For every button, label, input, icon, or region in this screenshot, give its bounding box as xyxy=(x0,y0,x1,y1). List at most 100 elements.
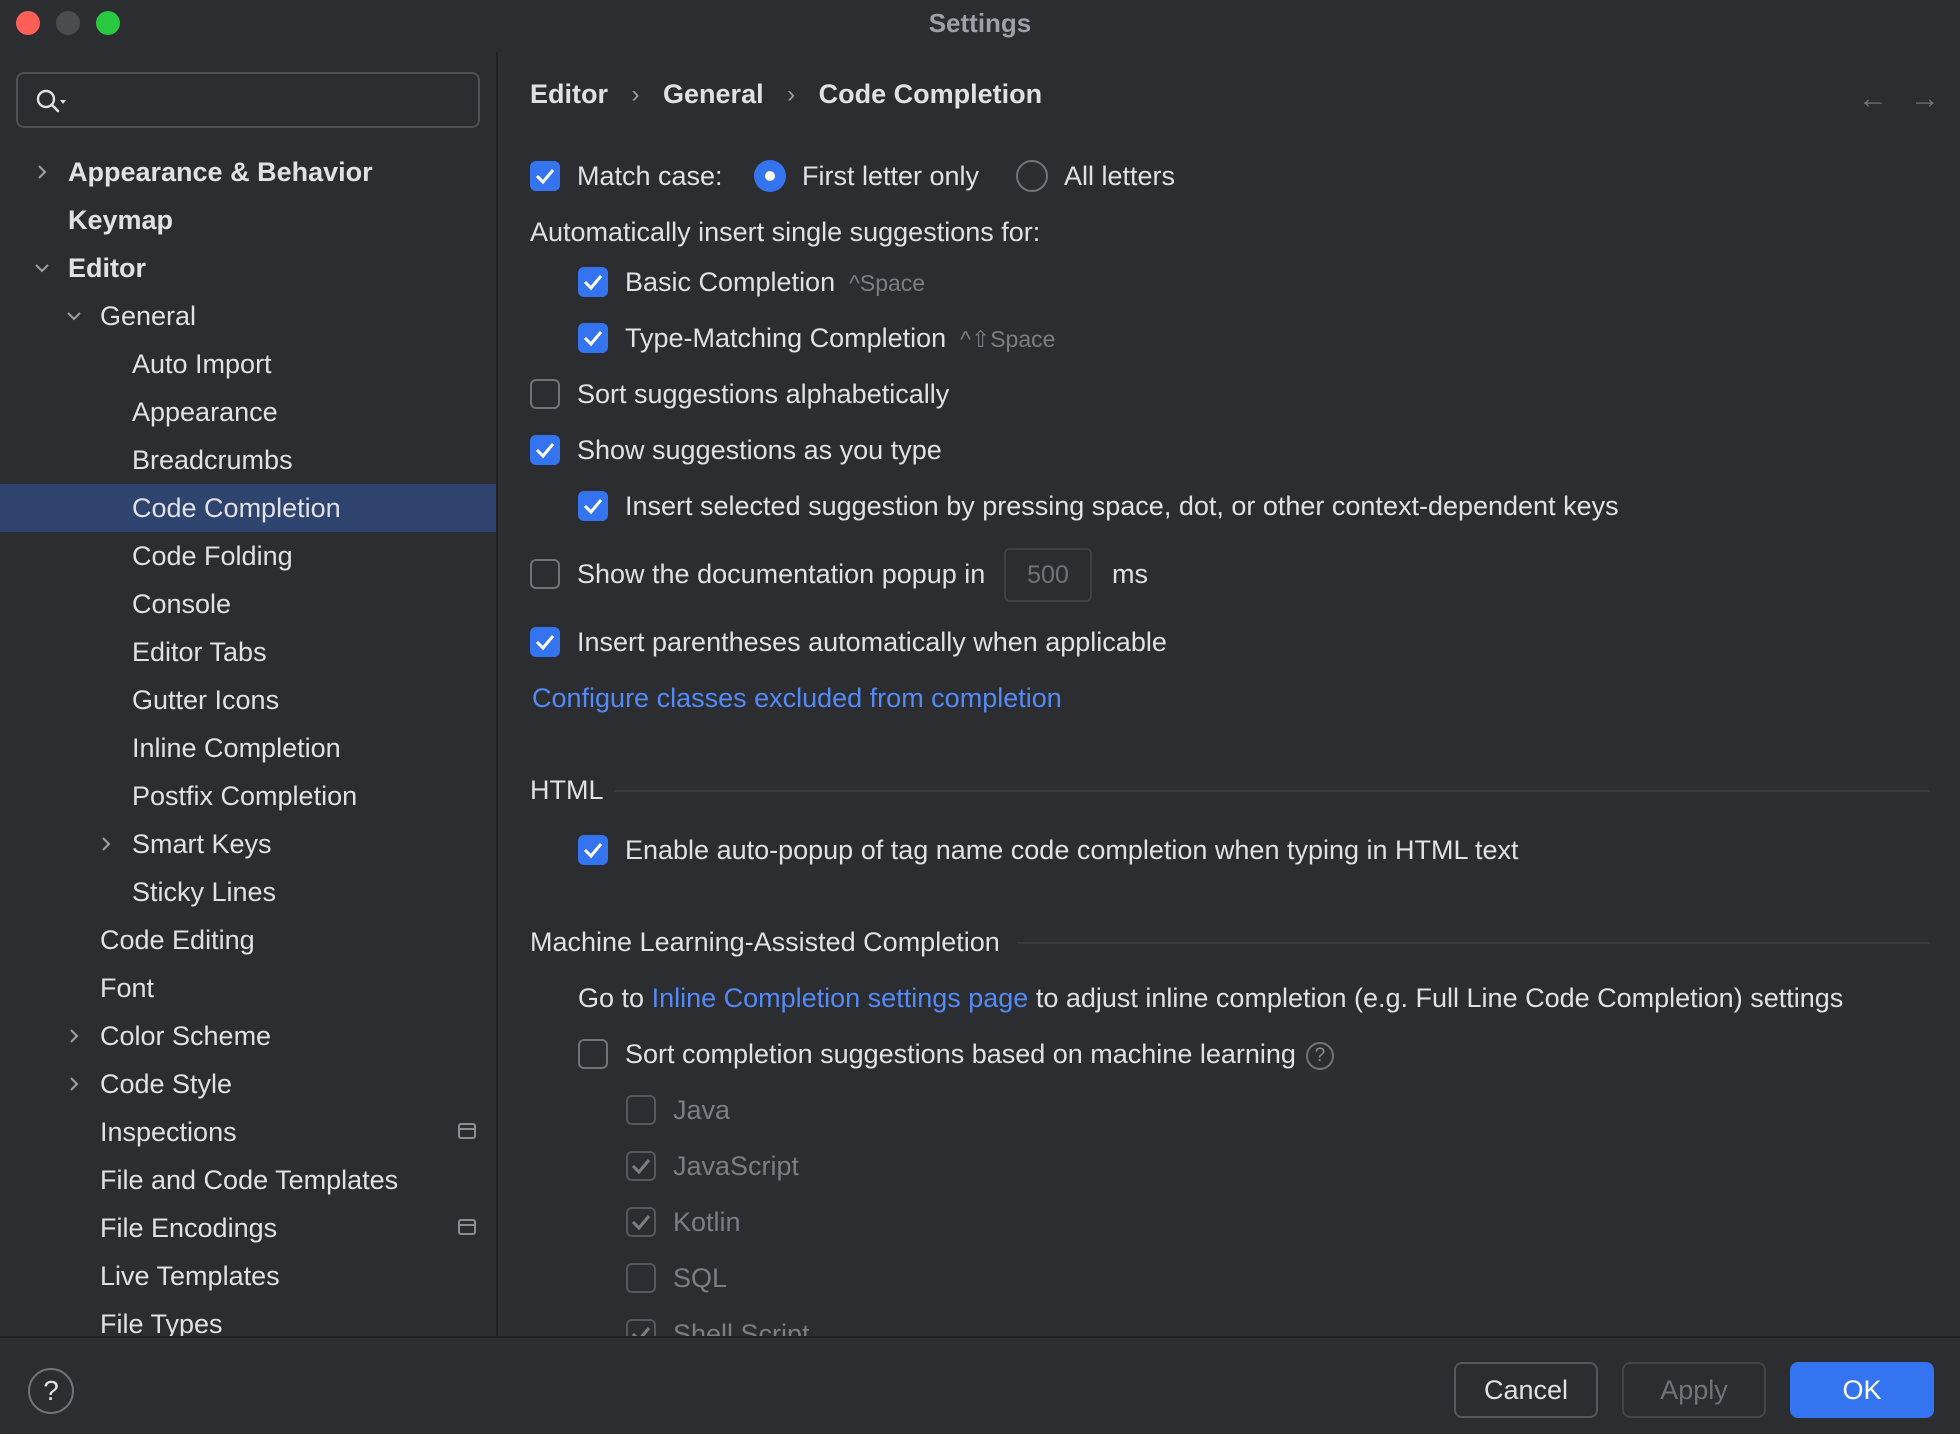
project-settings-icon xyxy=(458,1123,476,1139)
doc-popup-checkbox[interactable] xyxy=(530,559,560,589)
breadcrumb: Editor › General › Code Completion xyxy=(530,78,1042,110)
sidebar-item-label: Auto Import xyxy=(132,349,272,379)
sidebar-item-file-encodings[interactable]: File Encodings xyxy=(0,1204,496,1252)
chevron-right-icon[interactable] xyxy=(64,1026,84,1046)
sidebar-item-smart-keys[interactable]: Smart Keys xyxy=(0,820,496,868)
window-title: Settings xyxy=(928,8,1032,38)
sidebar-item-color-scheme[interactable]: Color Scheme xyxy=(0,1012,496,1060)
checkmark-icon xyxy=(535,635,555,651)
type-matching-row: Type-Matching Completion ^⇧Space xyxy=(578,318,1278,358)
sidebar-item-console[interactable]: Console xyxy=(0,580,496,628)
sort-alpha-label: Sort suggestions alphabetically xyxy=(577,379,950,409)
sidebar-item-file-code-templates[interactable]: File and Code Templates xyxy=(0,1156,496,1204)
ml-lang-shell-clip: Shell Script xyxy=(626,1314,1026,1336)
sidebar-item-postfix-completion[interactable]: Postfix Completion xyxy=(0,772,496,820)
dialog-footer: ? Cancel Apply OK xyxy=(0,1336,1960,1434)
breadcrumb-separator: › xyxy=(787,80,796,108)
html-auto-popup-label: Enable auto-popup of tag name code compl… xyxy=(625,835,1519,865)
ml-java-checkbox[interactable] xyxy=(626,1095,656,1125)
ml-goto-row: Go to Inline Completion settings page to… xyxy=(578,978,1918,1018)
back-arrow-icon[interactable]: ← xyxy=(1858,82,1888,116)
match-case-checkbox[interactable] xyxy=(530,161,560,191)
all-letters-radio[interactable] xyxy=(1016,160,1048,192)
basic-completion-row: Basic Completion ^Space xyxy=(578,262,1278,302)
sidebar-item-code-style[interactable]: Code Style xyxy=(0,1060,496,1108)
sidebar-item-label: Inline Completion xyxy=(132,733,341,763)
basic-completion-checkbox[interactable] xyxy=(578,267,608,297)
show-as-type-checkbox[interactable] xyxy=(530,435,560,465)
ml-java-label: Java xyxy=(673,1095,731,1125)
sidebar-item-editor-tabs[interactable]: Editor Tabs xyxy=(0,628,496,676)
forward-arrow-icon[interactable]: → xyxy=(1910,82,1940,116)
ml-goto-suffix: to adjust inline completion (e.g. Full L… xyxy=(1035,983,1844,1013)
breadcrumb-general[interactable]: General xyxy=(663,79,764,110)
ml-kotlin-checkbox[interactable] xyxy=(626,1207,656,1237)
help-button[interactable]: ? xyxy=(28,1368,74,1414)
sidebar-item-editor[interactable]: Editor xyxy=(0,244,496,292)
ml-lang-java-row: Java xyxy=(626,1090,1026,1130)
ml-shell-label: Shell Script xyxy=(673,1319,810,1336)
chevron-right-icon[interactable] xyxy=(96,834,116,854)
sidebar-item-appearance[interactable]: Appearance xyxy=(0,388,496,436)
html-auto-popup-checkbox[interactable] xyxy=(578,835,608,865)
sidebar-item-live-templates[interactable]: Live Templates xyxy=(0,1252,496,1300)
ml-javascript-checkbox[interactable] xyxy=(626,1151,656,1181)
chevron-right-icon[interactable] xyxy=(64,1074,84,1094)
sort-ml-checkbox[interactable] xyxy=(578,1039,608,1069)
chevron-down-icon[interactable] xyxy=(32,258,52,278)
ml-section-divider xyxy=(1018,942,1930,944)
sidebar-item-label: Sticky Lines xyxy=(132,877,277,907)
sort-alpha-checkbox[interactable] xyxy=(530,379,560,409)
breadcrumb-editor[interactable]: Editor xyxy=(530,79,608,110)
configure-excluded-link[interactable]: Configure classes excluded from completi… xyxy=(532,678,1062,718)
sidebar-item-label: Editor Tabs xyxy=(132,637,267,667)
sidebar-item-inspections[interactable]: Inspections xyxy=(0,1108,496,1156)
sidebar-item-inline-completion[interactable]: Inline Completion xyxy=(0,724,496,772)
sidebar-item-gutter-icons[interactable]: Gutter Icons xyxy=(0,676,496,724)
insert-selected-checkbox[interactable] xyxy=(578,491,608,521)
sidebar-item-breadcrumbs[interactable]: Breadcrumbs xyxy=(0,436,496,484)
search-input[interactable] xyxy=(16,72,480,128)
help-icon[interactable]: ? xyxy=(1305,1041,1334,1070)
sidebar-item-label: Editor xyxy=(68,253,146,283)
doc-popup-row: Show the documentation popup in 500 ms xyxy=(530,548,1330,602)
sort-ml-row: Sort completion suggestions based on mac… xyxy=(578,1034,1478,1074)
type-matching-label: Type-Matching Completion xyxy=(625,323,947,353)
sidebar-item-font[interactable]: Font xyxy=(0,964,496,1012)
sidebar-item-code-folding[interactable]: Code Folding xyxy=(0,532,496,580)
sidebar-item-label: Gutter Icons xyxy=(132,685,280,715)
sidebar-item-appearance-behavior[interactable]: Appearance & Behavior xyxy=(0,148,496,196)
sidebar-item-auto-import[interactable]: Auto Import xyxy=(0,340,496,388)
checkmark-icon xyxy=(583,275,603,291)
ml-sql-checkbox[interactable] xyxy=(626,1263,656,1293)
settings-window: Settings Appearance & Behavior Keymap Ed… xyxy=(0,0,1960,1434)
match-case-label: Match case: xyxy=(577,161,723,191)
sidebar-item-code-completion[interactable]: Code Completion xyxy=(0,484,496,532)
ml-goto-prefix: Go to xyxy=(578,983,645,1013)
insert-parens-checkbox[interactable] xyxy=(530,627,560,657)
checkmark-icon xyxy=(535,169,555,185)
cancel-button[interactable]: Cancel xyxy=(1454,1362,1598,1418)
chevron-right-icon[interactable] xyxy=(32,162,52,182)
ml-lang-shell-row: Shell Script xyxy=(626,1314,1026,1336)
sidebar-item-label: Live Templates xyxy=(100,1261,280,1291)
ml-shell-checkbox[interactable] xyxy=(626,1319,656,1336)
sidebar-item-label: Appearance xyxy=(132,397,278,427)
sidebar-item-code-editing[interactable]: Code Editing xyxy=(0,916,496,964)
ml-section-title: Machine Learning-Assisted Completion xyxy=(530,927,1000,957)
first-letter-label: First letter only xyxy=(802,161,980,191)
type-matching-checkbox[interactable] xyxy=(578,323,608,353)
html-auto-popup-row: Enable auto-popup of tag name code compl… xyxy=(578,830,1778,870)
chevron-down-icon[interactable] xyxy=(64,306,84,326)
sidebar-item-label: Code Style xyxy=(100,1069,233,1099)
sidebar-item-general[interactable]: General xyxy=(0,292,496,340)
first-letter-radio[interactable] xyxy=(754,160,786,192)
apply-button[interactable]: Apply xyxy=(1622,1362,1766,1418)
ok-button[interactable]: OK xyxy=(1790,1362,1934,1418)
sidebar-item-keymap[interactable]: Keymap xyxy=(0,196,496,244)
sidebar-item-label: Console xyxy=(132,589,232,619)
inline-completion-settings-link[interactable]: Inline Completion settings page xyxy=(652,983,1029,1013)
doc-popup-delay-input[interactable]: 500 xyxy=(1004,548,1092,602)
sidebar-item-sticky-lines[interactable]: Sticky Lines xyxy=(0,868,496,916)
sidebar-item-label: Keymap xyxy=(68,205,174,235)
